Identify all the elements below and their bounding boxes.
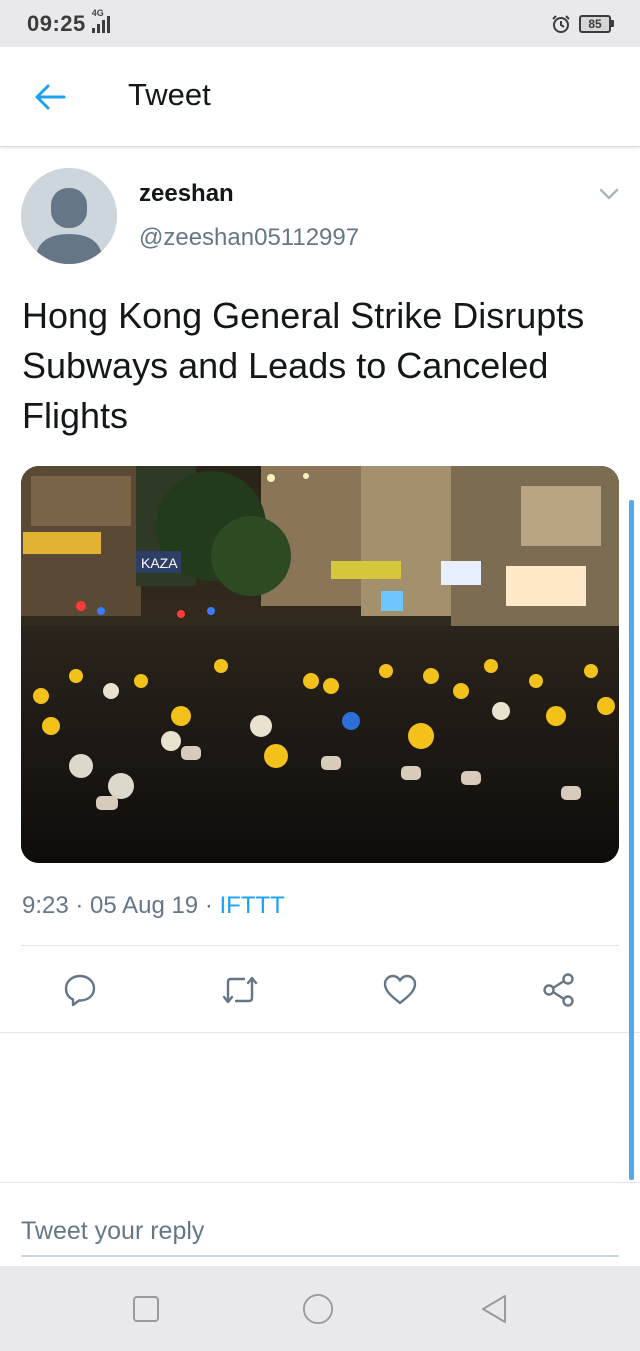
- reply-composer: [0, 1182, 640, 1266]
- alarm-icon: [552, 14, 570, 33]
- tweet-actions: [0, 968, 640, 1012]
- system-nav-bar: [0, 1266, 640, 1351]
- like-button[interactable]: [378, 968, 422, 1012]
- tweet-time: 9:23: [22, 892, 69, 919]
- status-left: 09:25 4G: [27, 8, 110, 37]
- meta-separator: ·: [198, 892, 220, 919]
- network-type: 4G: [91, 7, 104, 18]
- back-triangle-icon: [482, 1295, 506, 1323]
- reply-icon: [64, 974, 96, 1007]
- retweet-button[interactable]: [218, 968, 262, 1012]
- share-button[interactable]: [537, 968, 581, 1012]
- back-nav-button[interactable]: [478, 1293, 510, 1325]
- back-button[interactable]: [30, 80, 70, 114]
- shop-sign-text: KAZA: [141, 555, 178, 571]
- user-name[interactable]: zeeshan: [139, 180, 234, 208]
- chevron-down-icon: [599, 188, 619, 200]
- reply-button[interactable]: [58, 968, 102, 1012]
- tweet-text: Hong Kong General Strike Disrupts Subway…: [22, 295, 585, 436]
- signal-bar: [101, 19, 105, 33]
- home-circle-icon: [302, 1293, 334, 1325]
- like-icon: [383, 974, 417, 1005]
- tweet-meta: 9:23 · 05 Aug 19 · IFTTT: [22, 892, 285, 920]
- scrollbar[interactable]: [629, 500, 634, 1180]
- tweet-photo[interactable]: KAZA: [21, 466, 619, 863]
- status-time: 09:25: [27, 10, 86, 36]
- tweet-source-link[interactable]: IFTTT: [219, 892, 284, 920]
- recents-square-icon: [133, 1296, 159, 1322]
- signal-bar: [91, 27, 95, 33]
- recents-button[interactable]: [130, 1293, 162, 1325]
- meta-separator: ·: [68, 892, 91, 919]
- arrow-left-icon: [35, 84, 66, 110]
- home-button[interactable]: [302, 1293, 334, 1325]
- more-options-button[interactable]: [596, 184, 622, 204]
- signal-bar: [106, 15, 110, 33]
- divider: [21, 945, 619, 946]
- app-header: Tweet: [0, 47, 640, 147]
- battery-tip: [611, 20, 614, 27]
- status-right: 85: [551, 14, 614, 34]
- avatar[interactable]: [21, 168, 117, 264]
- reply-input[interactable]: [21, 1207, 619, 1257]
- protest-crowd-image: KAZA: [21, 466, 619, 863]
- battery-icon: 85: [579, 14, 614, 33]
- status-bar: 09:25 4G 85: [0, 0, 640, 47]
- signal-icon: 4G: [91, 8, 110, 33]
- retweet-icon: [222, 976, 258, 1004]
- signal-bar: [96, 23, 100, 33]
- tweet-date: 05 Aug 19: [90, 892, 199, 919]
- page-title: Tweet: [128, 77, 211, 112]
- user-handle[interactable]: @zeeshan05112997: [139, 224, 359, 252]
- battery-level: 85: [579, 14, 611, 33]
- share-icon: [543, 973, 574, 1007]
- divider: [0, 1032, 640, 1033]
- default-profile-icon: [21, 168, 117, 264]
